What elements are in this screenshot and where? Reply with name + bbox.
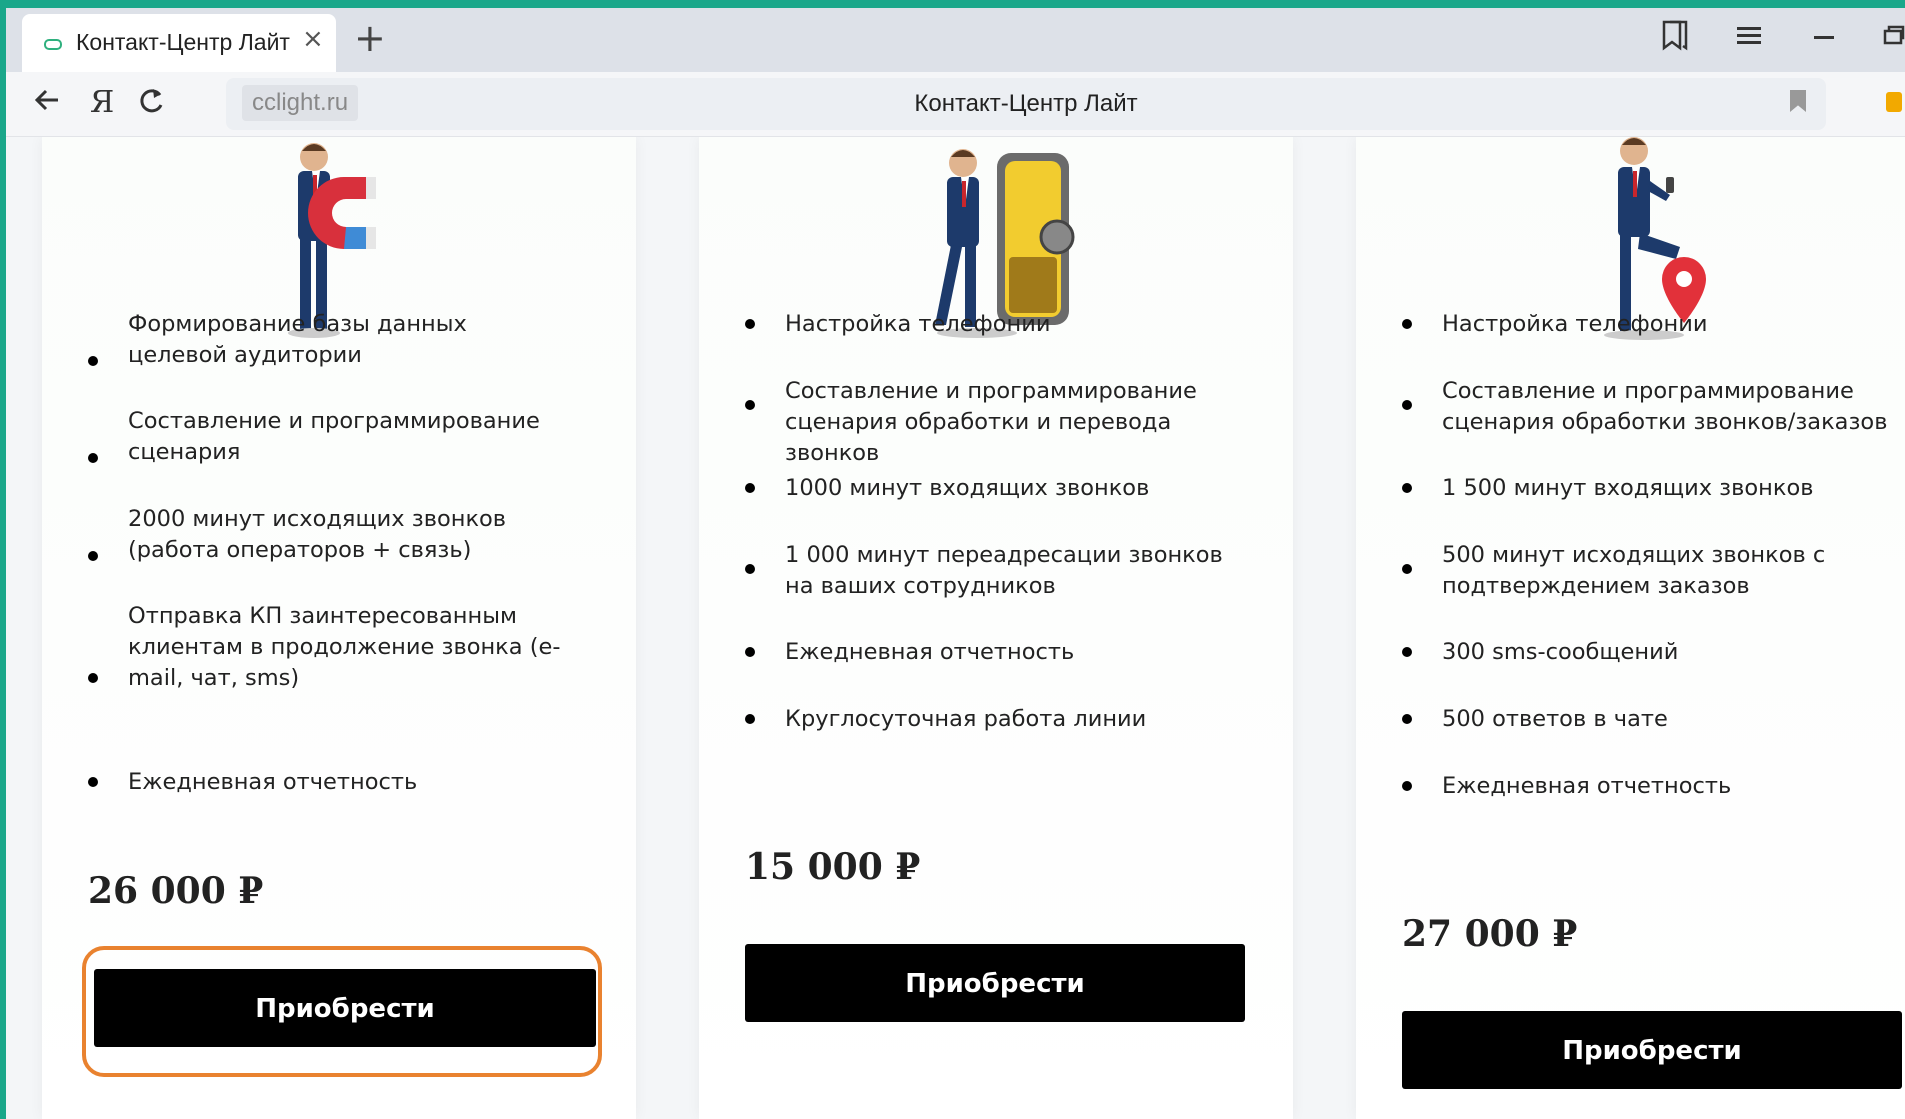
minimize-icon[interactable] bbox=[1812, 20, 1836, 56]
back-icon[interactable] bbox=[32, 84, 62, 124]
bullet-icon bbox=[88, 453, 98, 463]
plan-price: 27 000 ₽ bbox=[1402, 913, 1578, 955]
bullet-icon bbox=[745, 483, 755, 493]
bullet-icon bbox=[1402, 564, 1412, 574]
reload-icon[interactable] bbox=[138, 84, 166, 124]
pricing-section: Формирование базы данных целевой аудитор… bbox=[6, 137, 1905, 1119]
bullet-icon bbox=[1402, 483, 1412, 493]
url-field[interactable]: cclight.ru Контакт-Центр Лайт bbox=[226, 78, 1826, 130]
bullet-icon bbox=[88, 551, 98, 561]
yandex-logo-icon[interactable]: Я bbox=[90, 83, 114, 123]
bullet-icon bbox=[745, 400, 755, 410]
plan-card: Настройка телефонии Составление и програ… bbox=[1356, 137, 1905, 1119]
tab-bar: Контакт-Центр Лайт × + bbox=[6, 8, 1905, 72]
bullet-icon bbox=[745, 647, 755, 657]
plan-price: 26 000 ₽ bbox=[88, 870, 264, 912]
restore-icon[interactable] bbox=[1882, 20, 1905, 56]
site-favicon-icon bbox=[44, 39, 62, 50]
bullet-icon bbox=[1402, 647, 1412, 657]
bookmarks-icon[interactable] bbox=[1660, 20, 1690, 61]
page-title: Контакт-Центр Лайт bbox=[914, 90, 1138, 117]
tab-title: Контакт-Центр Лайт bbox=[76, 29, 290, 55]
close-tab-icon[interactable]: × bbox=[302, 24, 324, 54]
bullet-icon bbox=[1402, 400, 1412, 410]
bullet-icon bbox=[88, 673, 98, 683]
bullet-icon bbox=[745, 564, 755, 574]
bullet-icon bbox=[1402, 781, 1412, 791]
address-bar: Я cclight.ru Контакт-Центр Лайт bbox=[6, 72, 1905, 137]
bullet-icon bbox=[1402, 319, 1412, 329]
extension-icon[interactable] bbox=[1886, 92, 1902, 112]
bullet-icon bbox=[88, 356, 98, 366]
menu-icon[interactable] bbox=[1736, 20, 1762, 56]
bullet-icon bbox=[88, 777, 98, 787]
buy-button[interactable]: Приобрести bbox=[1402, 1011, 1902, 1089]
bullet-icon bbox=[745, 319, 755, 329]
plan-card: Формирование базы данных целевой аудитор… bbox=[42, 137, 636, 1119]
plan-price: 15 000 ₽ bbox=[745, 846, 921, 888]
buy-button[interactable]: Приобрести bbox=[94, 969, 596, 1047]
plan-card: Настройка телефонии Составление и програ… bbox=[699, 137, 1293, 1119]
new-tab-button[interactable]: + bbox=[354, 18, 386, 58]
buy-button[interactable]: Приобрести bbox=[745, 944, 1245, 1022]
bullet-icon bbox=[745, 714, 755, 724]
bullet-icon bbox=[1402, 714, 1412, 724]
browser-tab[interactable]: Контакт-Центр Лайт × bbox=[22, 14, 336, 72]
